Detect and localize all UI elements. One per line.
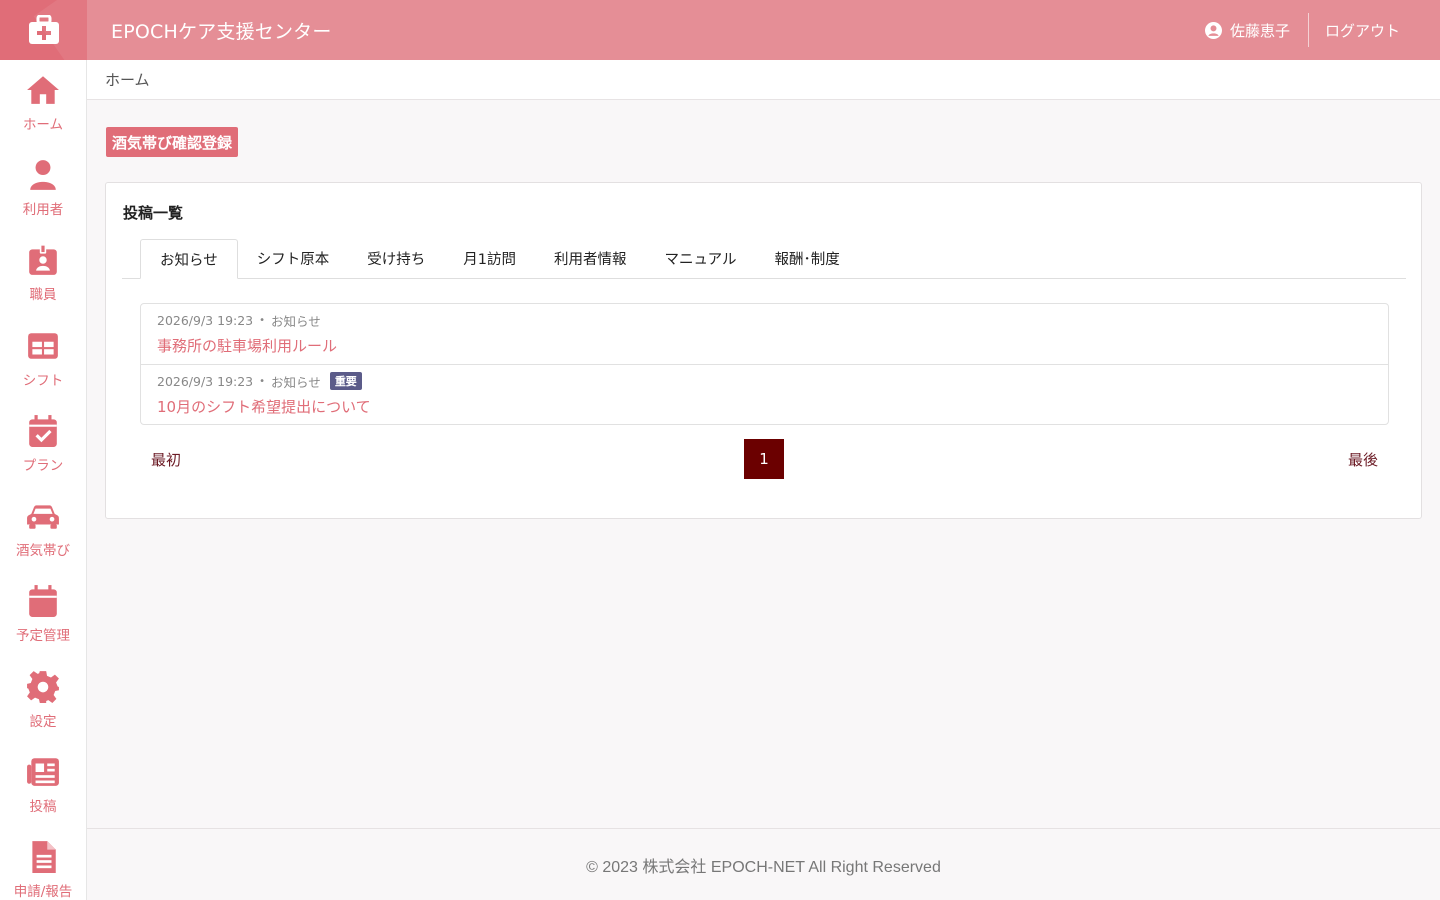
list-item: 2026/9/3 19:23 • お知らせ 重要 10月のシフト希望提出について: [141, 364, 1388, 424]
post-category: お知らせ: [271, 374, 321, 390]
user-name: 佐藤恵子: [1229, 21, 1290, 40]
sidebar-item-label: 利用者: [22, 201, 64, 218]
sidebar-item-label: 設定: [29, 713, 57, 730]
sidebar: ホーム 利用者 職員 シフト プラン 酒気帯び 予定管理 設定 投稿 申請/報告: [0, 60, 87, 900]
sidebar-item-label: 申請/報告: [13, 884, 73, 900]
sidebar-item-shift[interactable]: シフト: [0, 316, 86, 401]
first-page-link[interactable]: 最初: [140, 449, 192, 470]
logo[interactable]: [0, 0, 87, 60]
post-category-tabs: お知らせ シフト原本 受け持ち 月1訪問 利用者情報 マニュアル 報酬･制度: [122, 239, 1406, 279]
meta-separator: •: [259, 375, 266, 387]
home-icon: [27, 75, 59, 104]
post-list: 2026/9/3 19:23 • お知らせ 事務所の駐車場利用ルール 2026/…: [140, 303, 1389, 425]
sidebar-item-plan[interactable]: プラン: [0, 401, 86, 486]
car-icon: [27, 505, 59, 529]
tab-compensation[interactable]: 報酬･制度: [756, 239, 859, 278]
last-page-link[interactable]: 最後: [1337, 449, 1389, 470]
sidebar-item-settings[interactable]: 設定: [0, 657, 86, 742]
post-title-link[interactable]: 10月のシフト希望提出について: [157, 396, 371, 417]
list-item: 2026/9/3 19:23 • お知らせ 事務所の駐車場利用ルール: [141, 304, 1388, 364]
sidebar-item-label: 職員: [29, 287, 57, 304]
sidebar-item-requests[interactable]: 申請/報告: [0, 828, 86, 900]
alcohol-check-register-button[interactable]: 酒気帯び確認登録: [106, 127, 239, 157]
top-bar: EPOCHケア支援センター 佐藤恵子 ログアウト: [0, 0, 1440, 60]
tab-monthly-visit[interactable]: 月1訪問: [444, 239, 535, 278]
current-page-button[interactable]: 1: [744, 439, 784, 479]
sidebar-item-posts[interactable]: 投稿: [0, 742, 86, 827]
logout-button[interactable]: ログアウト: [1309, 20, 1440, 41]
post-meta: 2026/9/3 19:23 • お知らせ 重要: [157, 372, 1372, 390]
tab-shift-original[interactable]: シフト原本: [238, 239, 349, 278]
user-menu[interactable]: 佐藤恵子: [1204, 20, 1308, 41]
document-icon: [32, 841, 56, 874]
copyright-text: © 2023 株式会社 EPOCH-NET All Right Reserved: [586, 858, 941, 876]
post-category: お知らせ: [271, 313, 321, 329]
user-circle-icon: [1204, 21, 1222, 39]
sidebar-item-schedule[interactable]: 予定管理: [0, 572, 86, 657]
app-title: EPOCHケア支援センター: [111, 20, 332, 43]
sidebar-item-alcohol[interactable]: 酒気帯び: [0, 486, 86, 571]
tab-manual[interactable]: マニュアル: [645, 239, 755, 278]
sidebar-item-label: 酒気帯び: [16, 543, 70, 560]
post-title-link[interactable]: 事務所の駐車場利用ルール: [157, 335, 337, 356]
important-badge: 重要: [329, 372, 362, 390]
calendar-icon: [29, 585, 57, 618]
post-datetime: 2026/9/3 19:23: [157, 373, 254, 389]
medical-kit-icon: [28, 15, 59, 44]
sidebar-item-home[interactable]: ホーム: [0, 60, 86, 145]
tab-notice[interactable]: お知らせ: [140, 239, 238, 279]
breadcrumb-current: ホーム: [105, 71, 150, 89]
sidebar-item-label: シフト: [22, 372, 64, 389]
post-meta: 2026/9/3 19:23 • お知らせ: [157, 311, 1372, 329]
gear-icon: [27, 670, 59, 703]
tab-assignments[interactable]: 受け持ち: [348, 239, 444, 278]
newspaper-icon: [27, 758, 59, 786]
sidebar-item-label: 予定管理: [16, 628, 70, 645]
card-title: 投稿一覧: [123, 204, 184, 222]
pagination: 最初 1 最後: [140, 439, 1389, 479]
sidebar-item-users[interactable]: 利用者: [0, 145, 86, 230]
posts-card: 投稿一覧 お知らせ シフト原本 受け持ち 月1訪問 利用者情報 マニュアル 報酬…: [105, 182, 1422, 519]
meta-separator: •: [259, 314, 266, 326]
sidebar-item-label: ホーム: [22, 116, 64, 133]
table-icon: [28, 332, 58, 359]
sidebar-item-label: 投稿: [29, 799, 57, 816]
breadcrumb: ホーム: [87, 60, 1440, 100]
post-datetime: 2026/9/3 19:23: [157, 312, 254, 328]
id-badge-icon: [29, 244, 57, 276]
tab-user-info[interactable]: 利用者情報: [535, 239, 646, 278]
calendar-check-icon: [29, 414, 57, 447]
footer: © 2023 株式会社 EPOCH-NET All Right Reserved: [87, 828, 1440, 900]
sidebar-item-staff[interactable]: 職員: [0, 231, 86, 316]
user-icon: [30, 160, 56, 190]
sidebar-item-label: プラン: [22, 457, 64, 474]
